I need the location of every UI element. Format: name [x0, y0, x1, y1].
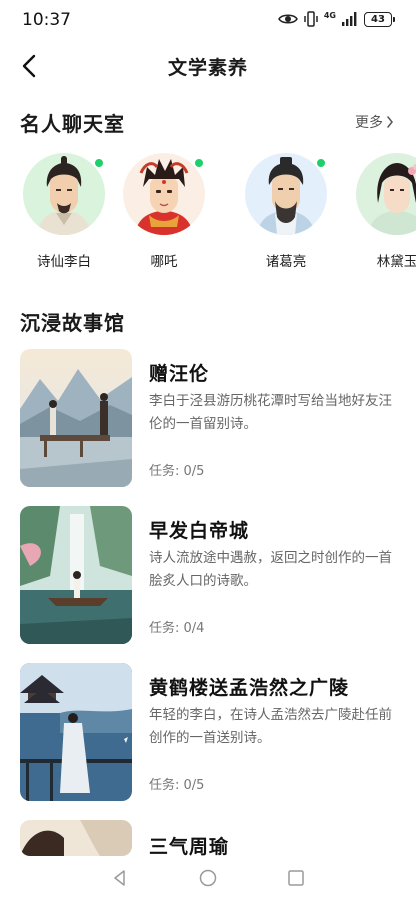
nav-recent-icon[interactable] — [286, 868, 306, 888]
story-task-progress: 任务: 0/5 — [149, 464, 205, 479]
celebrity-name: 诗仙李白 — [37, 254, 91, 270]
battery-icon: 43 — [364, 11, 395, 27]
story-item-zengwanglun[interactable]: 赠汪伦 李白于泾县游历桃花潭时写给当地好友汪伦的一首留别诗。 任务: 0/5 — [20, 349, 400, 487]
story-task-progress: 任务: 0/5 — [149, 778, 205, 793]
network-type: 4G — [323, 11, 336, 20]
nav-back-icon[interactable] — [110, 868, 130, 888]
story-description: 年轻的李白，在诗人孟浩然去广陵赴任前创作的一首送别诗。 — [149, 707, 392, 746]
system-nav-bar — [0, 856, 416, 900]
story-title: 黄鹤楼送孟浩然之广陵 — [149, 677, 350, 699]
story-item-huanghelou[interactable]: 黄鹤楼送孟浩然之广陵 年轻的李白，在诗人孟浩然去广陵赴任前创作的一首送别诗。 任… — [20, 663, 400, 801]
chevron-right-icon — [387, 116, 393, 128]
story-description: 李白于泾县游历桃花潭时写给当地好友汪伦的一首留别诗。 — [149, 393, 392, 432]
avatar — [356, 153, 416, 235]
celebrity-item-libai[interactable]: 诗仙李白 — [14, 152, 114, 270]
story-thumbnail — [20, 506, 132, 644]
story-thumbnail — [20, 663, 132, 801]
story-description: 诗人流放途中遇赦，返回之时创作的一首脍炙人口的诗歌。 — [149, 550, 392, 589]
avatar — [123, 153, 205, 235]
signal-icon — [342, 12, 357, 26]
status-bar: 10:37 4G 43 — [0, 0, 416, 40]
celebrity-name: 哪吒 — [150, 254, 178, 270]
story-thumbnail — [20, 349, 132, 487]
celebrity-list: 诗仙李白 哪吒 诸葛亮 林黛玉 — [0, 152, 416, 272]
celebrity-section-title: 名人聊天室 — [20, 112, 125, 136]
battery-level: 43 — [371, 13, 385, 25]
story-title: 早发白帝城 — [149, 520, 250, 542]
page-title: 文学素养 — [167, 57, 248, 79]
online-indicator — [94, 158, 104, 168]
story-task-progress: 任务: 0/4 — [149, 621, 205, 636]
app-header: 文学素养 — [0, 44, 416, 88]
more-button[interactable]: 更多 — [355, 112, 394, 132]
online-indicator — [194, 158, 204, 168]
status-icons: 4G 43 — [277, 11, 395, 27]
celebrity-name: 诸葛亮 — [265, 254, 307, 270]
story-title: 赠汪伦 — [149, 363, 210, 385]
story-section-title: 沉浸故事馆 — [20, 311, 125, 335]
avatar — [23, 153, 105, 235]
story-thumbnail — [20, 820, 132, 856]
nav-home-icon[interactable] — [198, 868, 218, 888]
status-time: 10:37 — [22, 10, 71, 30]
avatar — [245, 153, 327, 235]
celebrity-name: 林黛玉 — [376, 254, 416, 270]
story-title: 三气周瑜 — [149, 836, 230, 856]
eye-icon — [277, 14, 298, 24]
online-indicator — [316, 158, 326, 168]
more-label: 更多 — [355, 115, 383, 131]
celebrity-item-zhugeliang[interactable]: 诸葛亮 — [236, 152, 336, 270]
celebrity-item-lindaiyu[interactable]: 林黛玉 — [347, 152, 416, 270]
story-item-zaofabaidicheng[interactable]: 早发白帝城 诗人流放途中遇赦，返回之时创作的一首脍炙人口的诗歌。 任务: 0/4 — [20, 506, 400, 644]
celebrity-item-nezha[interactable]: 哪吒 — [114, 152, 214, 270]
vibrate-icon — [304, 11, 318, 27]
story-item-sanqizhouyu[interactable]: 三气周瑜 — [20, 820, 400, 856]
